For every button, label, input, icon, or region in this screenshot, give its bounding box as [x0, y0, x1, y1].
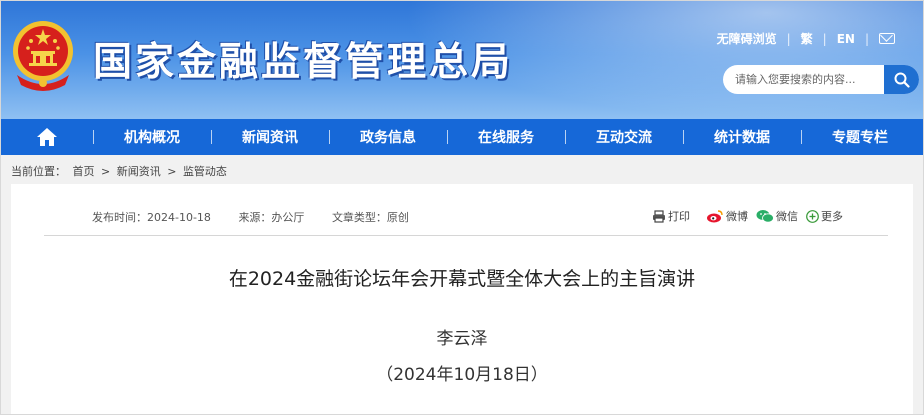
nav-item-online-services[interactable]: 在线服务	[447, 119, 565, 155]
more-label: 更多	[821, 210, 843, 223]
search-button[interactable]	[884, 65, 919, 94]
plus-circle-icon	[806, 209, 819, 223]
weibo-icon	[707, 210, 723, 223]
divider: |	[864, 31, 869, 46]
article-date: （2024年10月18日）	[376, 365, 548, 385]
weibo-label: 微博	[726, 210, 748, 223]
breadcrumb-home[interactable]: 首页	[73, 165, 95, 178]
breadcrumb-separator: >	[167, 165, 177, 178]
more-share-button[interactable]: 更多	[806, 208, 843, 224]
divider: |	[786, 31, 791, 46]
nav-item-government-info[interactable]: 政务信息	[329, 119, 447, 155]
nav-home[interactable]	[1, 119, 93, 155]
traditional-chinese-link[interactable]: 繁	[801, 30, 813, 47]
article-title: 在2024金融街论坛年会开幕式暨全体大会上的主旨演讲	[228, 268, 696, 290]
print-button[interactable]: 打印	[652, 208, 690, 224]
breadcrumb: 当前位置： 首页 > 新闻资讯 > 监管动态	[11, 163, 230, 179]
search-input[interactable]	[723, 65, 883, 94]
wechat-button[interactable]: 微信	[756, 208, 798, 224]
wechat-label: 微信	[776, 210, 798, 223]
site-title[interactable]: 国家金融监督管理总局	[93, 31, 513, 87]
wechat-icon	[756, 210, 774, 223]
site-header: 国家金融监督管理总局 无障碍浏览 | 繁 | EN |	[1, 1, 923, 119]
nav-item-news[interactable]: 新闻资讯	[211, 119, 329, 155]
article-meta: 发布时间：2024-10-18 来源：办公厅 文章类型：原创	[92, 209, 433, 225]
nav-item-interaction[interactable]: 互动交流	[565, 119, 683, 155]
print-icon	[653, 209, 665, 223]
article-type: 文章类型：原创	[331, 211, 409, 224]
breadcrumb-regulatory-news[interactable]: 监管动态	[183, 165, 227, 178]
english-link[interactable]: EN	[837, 32, 855, 46]
home-icon	[37, 128, 57, 146]
mail-icon[interactable]	[879, 33, 895, 44]
main-nav: 机构概况 新闻资讯 政务信息 在线服务 互动交流 统计数据 专题专栏	[1, 119, 923, 155]
accessibility-link[interactable]: 无障碍浏览	[717, 30, 777, 47]
print-label: 打印	[668, 210, 690, 223]
breadcrumb-prefix: 当前位置：	[11, 165, 66, 178]
search-icon	[894, 72, 910, 88]
national-emblem-icon	[13, 21, 73, 91]
breadcrumb-news[interactable]: 新闻资讯	[117, 165, 161, 178]
article-author: 李云泽	[436, 329, 488, 349]
nav-item-topics[interactable]: 专题专栏	[801, 119, 919, 155]
publish-time: 发布时间：2024-10-18	[92, 211, 211, 224]
search-box	[723, 65, 919, 94]
nav-item-about[interactable]: 机构概况	[93, 119, 211, 155]
article-source: 来源：办公厅	[238, 211, 305, 224]
top-links: 无障碍浏览 | 繁 | EN |	[717, 30, 895, 47]
meta-divider	[44, 235, 888, 236]
share-bar: 打印 微博 微信 更多	[652, 208, 851, 224]
divider: |	[822, 31, 827, 46]
breadcrumb-separator: >	[101, 165, 111, 178]
nav-item-statistics[interactable]: 统计数据	[683, 119, 801, 155]
weibo-button[interactable]: 微博	[706, 208, 748, 224]
